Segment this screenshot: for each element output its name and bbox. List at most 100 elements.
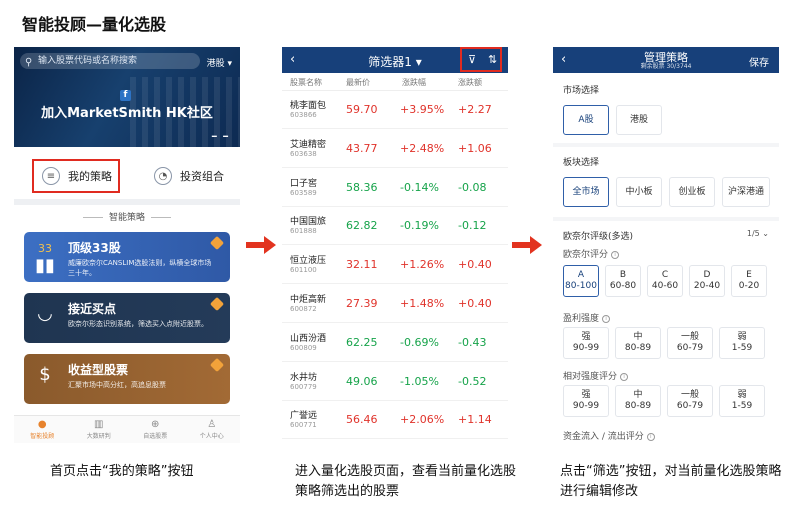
- chevron-down-icon: ⌄: [762, 229, 769, 238]
- table-row[interactable]: 水井坊 600779 49.06 -1.05% -0.52: [282, 362, 508, 401]
- oneil-section: 欧奈尔评级(多选) 1/5 ⌄ 欧奈尔评分 i A 80-100 B 60-80 C 40-…: [553, 221, 779, 443]
- screener-screen: ‹ 筛选器1 ▾ ⊽ ⇅ 股票名称 最新价 涨跌幅 涨跌额 桃李面包 603866…: [282, 47, 508, 443]
- stock-pct: +2.48%: [400, 141, 445, 155]
- stock-price: 62.25: [346, 335, 378, 349]
- stock-price: 49.06: [346, 374, 378, 388]
- my-strategy-button[interactable]: ≡ 我的策略: [32, 159, 120, 193]
- card-title: 接近买点: [68, 302, 117, 316]
- manage-navbar: ‹ 管理策略 剩余股票 30/3744 保存: [553, 47, 779, 73]
- stock-name: 恒立液压: [290, 256, 327, 267]
- page-title: 智能投顾—量化选股: [22, 15, 167, 34]
- grade-option[interactable]: 强 90-99: [563, 327, 609, 359]
- card-desc: 欧奈尔形态识别系统，筛选买入点附近股票。: [68, 320, 208, 328]
- stock-pct: -1.05%: [400, 374, 439, 388]
- table-row[interactable]: 中炬高新 600872 27.39 +1.48% +0.40: [282, 285, 508, 323]
- curve-icon: ◡: [37, 303, 53, 324]
- option-all-market[interactable]: 全市场: [563, 177, 609, 207]
- screener-navbar: ‹ 筛选器1 ▾ ⊽ ⇅: [282, 47, 508, 73]
- info-icon: i: [646, 432, 655, 441]
- pager[interactable]: 1/5 ⌄: [747, 229, 769, 238]
- portfolio-button[interactable]: ◔ 投资组合: [150, 159, 230, 193]
- strategy-card-income[interactable]: $ 收益型股票 汇聚市场中高分红，高追息股票: [24, 354, 230, 404]
- manage-strategy-screen: ‹ 管理策略 剩余股票 30/3744 保存 市场选择 A股 港股 板块选择 全…: [553, 47, 779, 443]
- table-row[interactable]: 济川药业60056652.88+1.05%+0.55: [282, 440, 508, 443]
- table-row[interactable]: 中国国旅 601888 62.82 -0.19% -0.12: [282, 207, 508, 246]
- option-a-share[interactable]: A股: [563, 105, 609, 135]
- strategy-card-near-buy[interactable]: ◡ 接近买点 欧奈尔形态识别系统，筛选买入点附近股票。: [24, 293, 230, 343]
- sort-icon[interactable]: ⇅: [488, 53, 497, 66]
- stock-code: 601888: [290, 227, 317, 236]
- table-row[interactable]: 艾迪精密 603638 43.77 +2.48% +1.06: [282, 129, 508, 168]
- table-row[interactable]: 口子窖 603589 58.36 -0.14% -0.08: [282, 168, 508, 207]
- filter-icon[interactable]: ⊽: [468, 53, 476, 66]
- grade-option[interactable]: 弱 1-59: [719, 327, 765, 359]
- table-row[interactable]: 广誉远 600771 56.46 +2.06% +1.14: [282, 401, 508, 440]
- info-icon: i: [620, 372, 629, 381]
- grade-option[interactable]: 一般 60-79: [667, 327, 713, 359]
- stock-name: 口子窖: [290, 178, 318, 189]
- section-title: 智能策略: [14, 210, 240, 223]
- portfolio-label: 投资组合: [180, 170, 224, 183]
- grade-option[interactable]: A 80-100: [563, 265, 599, 297]
- diamond-icon: [209, 357, 225, 373]
- grade-option[interactable]: E 0-20: [731, 265, 767, 297]
- tab-profile[interactable]: ♙ 个人中心: [184, 416, 241, 443]
- market-label: 市场选择: [563, 86, 600, 96]
- tab-data[interactable]: ▥ 大数研判: [71, 416, 128, 443]
- grade-option[interactable]: 中 80-89: [615, 327, 661, 359]
- flow-label: 资金流入 / 流出评分 i: [563, 429, 655, 442]
- grade-option[interactable]: 一般 60-79: [667, 385, 713, 417]
- oneil-score-label: 欧奈尔评分 i: [563, 247, 620, 260]
- stock-chg: -0.52: [458, 374, 487, 388]
- grade-option[interactable]: D 20-40: [689, 265, 725, 297]
- option-gem[interactable]: 创业板: [669, 177, 715, 207]
- stock-price: 43.77: [346, 141, 378, 155]
- stock-chg: -0.43: [458, 335, 487, 349]
- caption-step1: 首页点击“我的策略”按钮: [50, 464, 194, 479]
- tab-advisor[interactable]: ● 智能投顾: [14, 416, 71, 443]
- table-row[interactable]: 恒立液压 601100 32.11 +1.26% +0.40: [282, 246, 508, 285]
- stock-code: 600809: [290, 343, 317, 352]
- pie-chart-icon: ◔: [154, 167, 172, 185]
- col-pct[interactable]: 涨跌幅: [402, 77, 426, 88]
- stock-price: 27.39: [346, 297, 378, 310]
- stock-code: 603638: [290, 149, 317, 158]
- arrow-right-icon: [512, 236, 542, 254]
- option-hk[interactable]: 港股: [616, 105, 662, 135]
- stock-name: 中炬高新: [290, 295, 327, 305]
- table-row[interactable]: 山西汾酒 600809 62.25 -0.69% -0.43: [282, 323, 508, 362]
- tab-watchlist[interactable]: ⊕ 自选股票: [127, 416, 184, 443]
- stock-name: 艾迪精密: [290, 139, 327, 150]
- option-sme[interactable]: 中小板: [616, 177, 662, 207]
- stock-code: 600771: [290, 421, 317, 430]
- grade-option[interactable]: 强 90-99: [563, 385, 609, 417]
- option-connect[interactable]: 沪深港通: [722, 177, 770, 207]
- col-price[interactable]: 最新价: [346, 77, 370, 88]
- stock-price: 59.70: [346, 103, 378, 116]
- stock-code: 601100: [290, 266, 317, 275]
- grade-option[interactable]: 弱 1-59: [719, 385, 765, 417]
- stock-pct: +2.06%: [400, 413, 445, 427]
- col-chg[interactable]: 涨跌额: [458, 77, 482, 88]
- profit-label: 盈利强度 i: [563, 311, 611, 324]
- banner-text: 加入MarketSmith HK社区: [41, 106, 213, 121]
- remaining-stocks: 剩余股票 30/3744: [640, 63, 692, 70]
- home-screen: ⚲ 输入股票代码或名称搜索 港股 ▾ f 加入MarketSmith HK社区 …: [14, 47, 240, 443]
- stock-pct: +1.26%: [400, 258, 445, 272]
- stock-pct: -0.14%: [400, 180, 439, 194]
- stock-price: 62.82: [346, 219, 378, 233]
- strategy-card-top33[interactable]: 33 ▮▮ 顶级33股 威廉欧奈尔CANSLIM选股法则，纵横全球市场三十年。: [24, 232, 230, 282]
- col-name[interactable]: 股票名称: [290, 77, 322, 88]
- grade-option[interactable]: B 60-80: [605, 265, 641, 297]
- stock-name: 水井坊: [290, 372, 318, 383]
- grade-option[interactable]: 中 80-89: [615, 385, 661, 417]
- plus-icon: ⊕: [151, 419, 160, 430]
- save-button[interactable]: 保存: [749, 54, 769, 69]
- market-select[interactable]: 港股 ▾: [207, 56, 232, 69]
- table-row[interactable]: 桃李面包 603866 59.70 +3.95% +2.27: [282, 91, 508, 129]
- grade-option[interactable]: C 40-60: [647, 265, 683, 297]
- board-label: 板块选择: [563, 158, 600, 168]
- facebook-icon: f: [120, 90, 131, 101]
- search-input[interactable]: ⚲ 输入股票代码或名称搜索: [20, 53, 200, 69]
- promo-banner[interactable]: ⚲ 输入股票代码或名称搜索 港股 ▾ f 加入MarketSmith HK社区 …: [14, 47, 240, 147]
